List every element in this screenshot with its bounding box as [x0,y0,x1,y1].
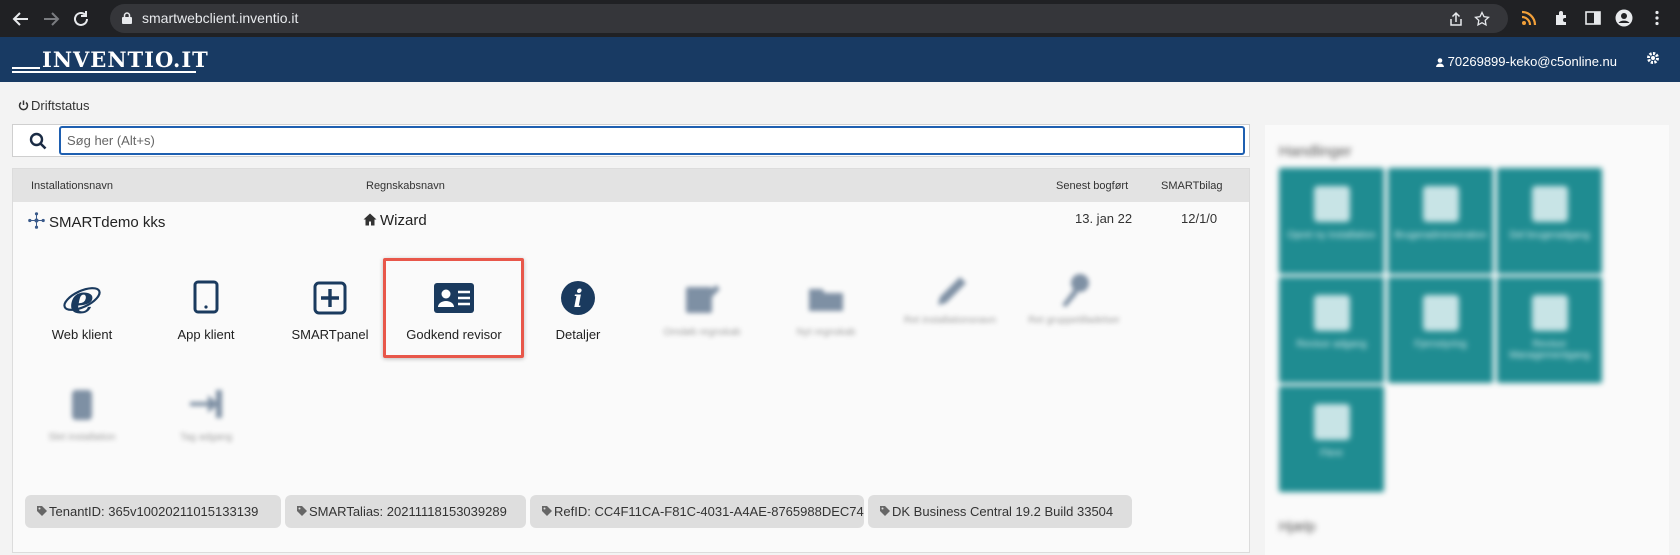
col-smartbilag[interactable]: SMARTbilag [1161,180,1223,192]
sidebar-tile-5[interactable]: Fjernstyring [1388,277,1493,383]
svg-text:i: i [573,284,582,313]
sidebar-tile-6[interactable]: Revisor Managementgang [1497,277,1602,383]
refid-chip: RefID: CC4F11CA-F81C-4031-A4AE-8765988DE… [530,495,864,528]
reload-icon[interactable] [70,8,92,30]
highlight-frame [383,258,524,358]
ret-gruppetilladelser-button[interactable]: Ret gruppetilladelser [1012,271,1136,361]
edit-icon [686,285,720,313]
col-regnskabsnavn[interactable]: Regnskabsnavn [366,180,445,192]
user-icon [1435,58,1444,67]
pencil-icon [938,277,966,305]
tablet-icon [193,280,219,314]
tag-icon [37,506,47,516]
actions-sidebar: Handlinger Opret ny installation Brugera… [1265,125,1669,555]
home-icon [363,213,377,226]
smartalias-chip: SMARTalias: 20211118153039289 [285,495,526,528]
side-panel-icon[interactable] [1584,9,1602,27]
app-header: INVENTIO.IT 70269899-keko@c5online.nu [0,37,1680,82]
user-email: 70269899-keko@c5online.nu [1447,54,1617,69]
monitor-icon [1423,295,1459,331]
share-icon[interactable] [1448,11,1464,27]
sidebar-tile-1[interactable]: Opret ny installation [1279,168,1384,274]
driftstatus-link[interactable]: Driftstatus [18,98,90,113]
info-circle-icon: i [561,281,595,315]
app-klient-button[interactable]: App klient [144,279,268,369]
folder-plus-icon [1314,186,1350,222]
col-installationsnavn[interactable]: Installationsnavn [31,180,113,192]
search-bar [12,124,1250,157]
key-icon [1062,274,1089,307]
user-menu[interactable]: 70269899-keko@c5online.nu [1435,54,1617,69]
ie-browser-icon: e [63,279,101,319]
version-chip: DK Business Central 19.2 Build 33504 [868,495,1132,528]
logo-underline [12,71,196,73]
smartpanel-button[interactable]: SMARTpanel [268,279,392,369]
omdoeb-regnskab-button[interactable]: Omdøb regnskab [640,279,764,369]
settings-gear-icon[interactable] [1646,51,1660,65]
back-arrow-icon[interactable] [10,8,32,30]
sidebar-tile-2[interactable]: Brugeradministration [1388,168,1493,274]
sidebar-tile-7[interactable]: Flere [1279,386,1384,492]
sidebar-help-heading: Hjælp [1279,518,1316,534]
rss-feed-icon[interactable] [1520,9,1538,27]
address-bar[interactable]: smartwebclient.inventio.it [110,4,1508,33]
inventio-logo[interactable]: INVENTIO.IT [12,47,209,72]
trash-icon [72,390,92,420]
user-icon [1423,186,1459,222]
url-text: smartwebclient.inventio.it [142,10,299,26]
browser-toolbar: smartwebclient.inventio.it [0,0,1680,37]
installation-name[interactable]: SMARTdemo kks [28,212,165,231]
last-posted-date: 13. jan 22 [1075,211,1133,226]
tag-adgang-button[interactable]: Tag adgang [144,384,268,474]
tenant-id-chip: TenantID: 365v10020211015133139 [25,495,281,528]
sidebar-tile-3[interactable]: Del brugeradgang [1497,168,1602,274]
tag-icon [880,506,890,516]
ret-installationsnavn-button[interactable]: Ret installationsnavn [888,271,1012,361]
svg-text:e: e [70,279,94,319]
lock-icon [122,12,132,24]
search-input[interactable] [59,126,1245,155]
extensions-puzzle-icon[interactable] [1553,9,1571,27]
plus-square-icon [313,281,347,315]
forward-arrow-icon[interactable] [40,8,62,30]
nyt-regnskab-button[interactable]: Nyt regnskab [764,279,888,369]
bookmark-star-icon[interactable] [1474,11,1490,27]
sign-in-icon [190,390,222,418]
tag-icon [297,506,307,516]
web-klient-button[interactable]: e Web klient [20,279,144,369]
browser-menu-icon[interactable] [1648,9,1666,27]
detaljer-button[interactable]: i Detaljer [516,279,640,369]
users-icon [1532,186,1568,222]
id-card-icon [1314,295,1350,331]
folder-icon [809,289,843,311]
sidebar-heading: Handlinger [1279,143,1352,160]
col-senest-bogfoert[interactable]: Senest bogført [1056,180,1128,192]
profile-avatar-icon[interactable] [1615,9,1633,27]
account-name[interactable]: Wizard [363,212,427,229]
sidebar-tile-4[interactable]: Revisor adgang [1279,277,1384,383]
tag-icon [542,506,552,516]
gear-icon [1314,404,1350,440]
power-icon [18,100,29,111]
dashboard-icon [1532,295,1568,331]
sitemap-icon [28,212,45,229]
search-icon[interactable] [29,132,47,150]
smartbilag-count: 12/1/0 [1181,211,1218,226]
table-header: Installationsnavn Regnskabsnavn Senest b… [13,169,1249,202]
slet-installation-button[interactable]: Slet installation [20,384,144,474]
